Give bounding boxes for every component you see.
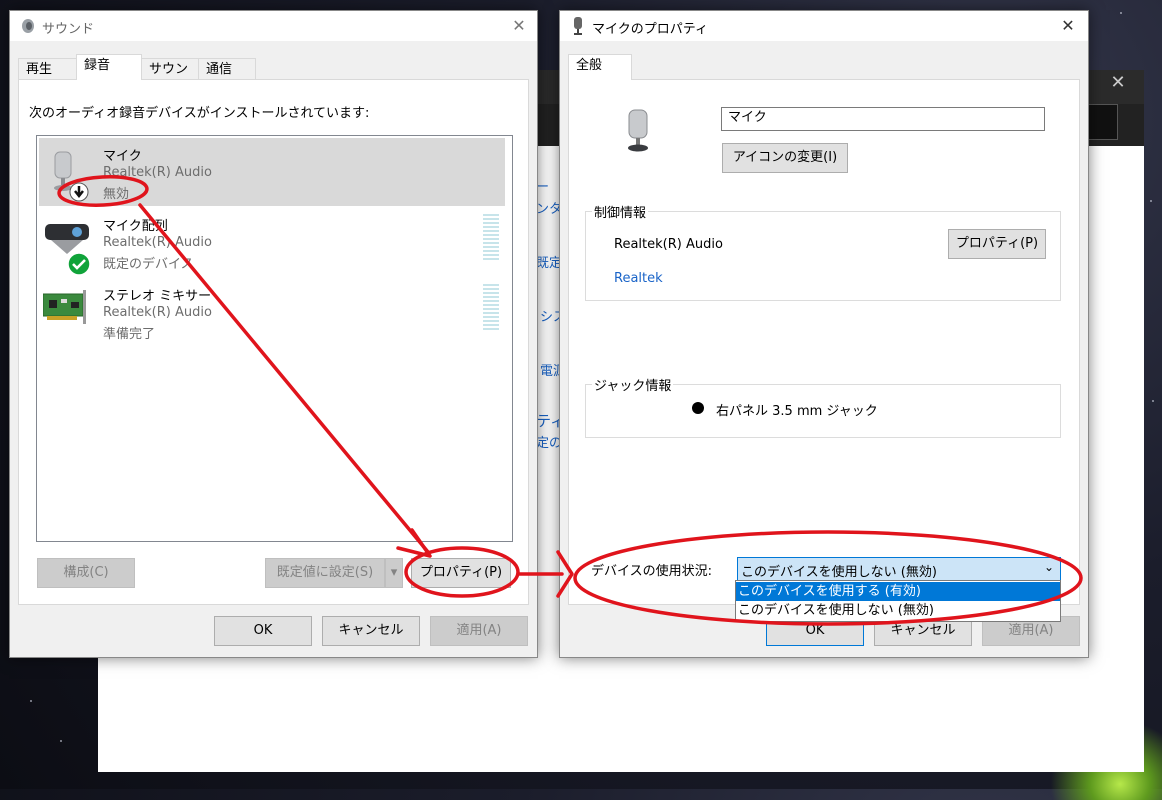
recording-tab-panel: 次のオーディオ録音デバイスがインストールされています: マイク Realtek(…	[18, 79, 529, 605]
device-name: ステレオ ミキサー	[103, 289, 212, 304]
jack-info-group: ジャック情報 右パネル 3.5 mm ジャック	[585, 375, 1061, 438]
sound-card-icon	[42, 290, 87, 330]
device-usage-label: デバイスの使用状況:	[591, 564, 712, 579]
sound-dialog: サウンド ✕ 再生 録音 サウンド 通信 次のオーディオ録音デバイスがインストー…	[9, 10, 538, 658]
device-driver: Realtek(R) Audio	[103, 165, 212, 180]
device-status: 既定のデバイス	[103, 257, 194, 272]
list-item-mic-array[interactable]: マイク配列 Realtek(R) Audio 既定のデバイス	[39, 208, 505, 276]
chevron-down-icon: ▾	[390, 565, 398, 580]
level-meter	[483, 284, 499, 330]
device-usage-selected: このデバイスを使用しない (無効)	[741, 565, 937, 580]
chevron-down-icon: ⌄	[1043, 560, 1054, 574]
controller-info-group: 制御情報 Realtek(R) Audio プロパティ(P) Realtek	[585, 202, 1061, 301]
set-default-dropdown-button[interactable]: ▾	[385, 558, 403, 588]
device-usage-select[interactable]: このデバイスを使用しない (無効) ⌄	[737, 557, 1061, 581]
recording-device-list[interactable]: マイク Realtek(R) Audio 無効 マイク配列 Realtek(R)…	[36, 135, 513, 542]
device-status: 準備完了	[103, 327, 156, 342]
tab-sounds[interactable]: サウンド	[141, 58, 199, 99]
device-driver: Realtek(R) Audio	[103, 305, 212, 320]
background-close-button[interactable]: ✕	[1100, 70, 1136, 96]
device-status: 無効	[103, 187, 130, 202]
instruction-text: 次のオーディオ録音デバイスがインストールされています:	[29, 106, 370, 121]
close-icon[interactable]: ✕	[507, 15, 531, 37]
general-tab-panel: マイク アイコンの変更(I) 制御情報 Realtek(R) Audio プロパ…	[568, 79, 1080, 605]
microphone-large-icon	[621, 108, 655, 160]
level-meter	[483, 214, 499, 260]
sound-dialog-title: サウンド	[42, 22, 95, 37]
device-name: マイク配列	[103, 219, 168, 234]
device-usage-dropdown-list: このデバイスを使用する (有効) このデバイスを使用しない (無効)	[735, 580, 1061, 622]
background-search-box[interactable]	[1086, 104, 1118, 140]
dropdown-option-disable[interactable]: このデバイスを使用しない (無効)	[736, 601, 1060, 620]
vendor-link[interactable]: Realtek	[614, 271, 663, 286]
tab-recording[interactable]: 録音	[76, 54, 142, 80]
disabled-arrow-icon	[69, 182, 89, 206]
default-device-check-icon	[67, 252, 91, 280]
close-icon[interactable]: ✕	[1056, 15, 1080, 37]
dropdown-option-enable[interactable]: このデバイスを使用する (有効)	[736, 582, 1060, 601]
configure-button[interactable]: 構成(C)	[37, 558, 135, 588]
properties-button[interactable]: プロパティ(P)	[411, 558, 511, 588]
speaker-icon	[20, 17, 36, 39]
ok-button[interactable]: OK	[214, 616, 312, 646]
change-icon-button[interactable]: アイコンの変更(I)	[722, 143, 848, 173]
list-item-mic[interactable]: マイク Realtek(R) Audio 無効	[39, 138, 505, 206]
jack-description: 右パネル 3.5 mm ジャック	[716, 404, 878, 419]
tab-communications[interactable]: 通信	[198, 58, 256, 80]
sound-dialog-titlebar: サウンド ✕	[10, 11, 537, 41]
device-driver: Realtek(R) Audio	[103, 235, 212, 250]
controller-info-label: 制御情報	[592, 202, 649, 221]
controller-name: Realtek(R) Audio	[614, 237, 723, 252]
cancel-button[interactable]: キャンセル	[322, 616, 420, 646]
tab-playback[interactable]: 再生	[18, 58, 77, 80]
device-name: マイク	[103, 149, 142, 164]
jack-bullet-icon	[692, 402, 704, 414]
list-item-stereo-mix[interactable]: ステレオ ミキサー Realtek(R) Audio 準備完了	[39, 278, 505, 346]
jack-info-label: ジャック情報	[592, 375, 674, 394]
mic-properties-dialog: マイクのプロパティ ✕ 全般 マイク アイコンの変更(I) 制御情報 Realt…	[559, 10, 1089, 658]
set-default-button[interactable]: 既定値に設定(S)	[265, 558, 385, 588]
mic-properties-titlebar: マイクのプロパティ ✕	[560, 11, 1088, 41]
microphone-icon	[572, 17, 584, 39]
controller-properties-button[interactable]: プロパティ(P)	[948, 229, 1046, 259]
device-name-field[interactable]: マイク	[721, 107, 1045, 131]
mic-properties-title: マイクのプロパティ	[592, 22, 708, 37]
tab-general[interactable]: 全般	[568, 54, 632, 80]
apply-button[interactable]: 適用(A)	[430, 616, 528, 646]
